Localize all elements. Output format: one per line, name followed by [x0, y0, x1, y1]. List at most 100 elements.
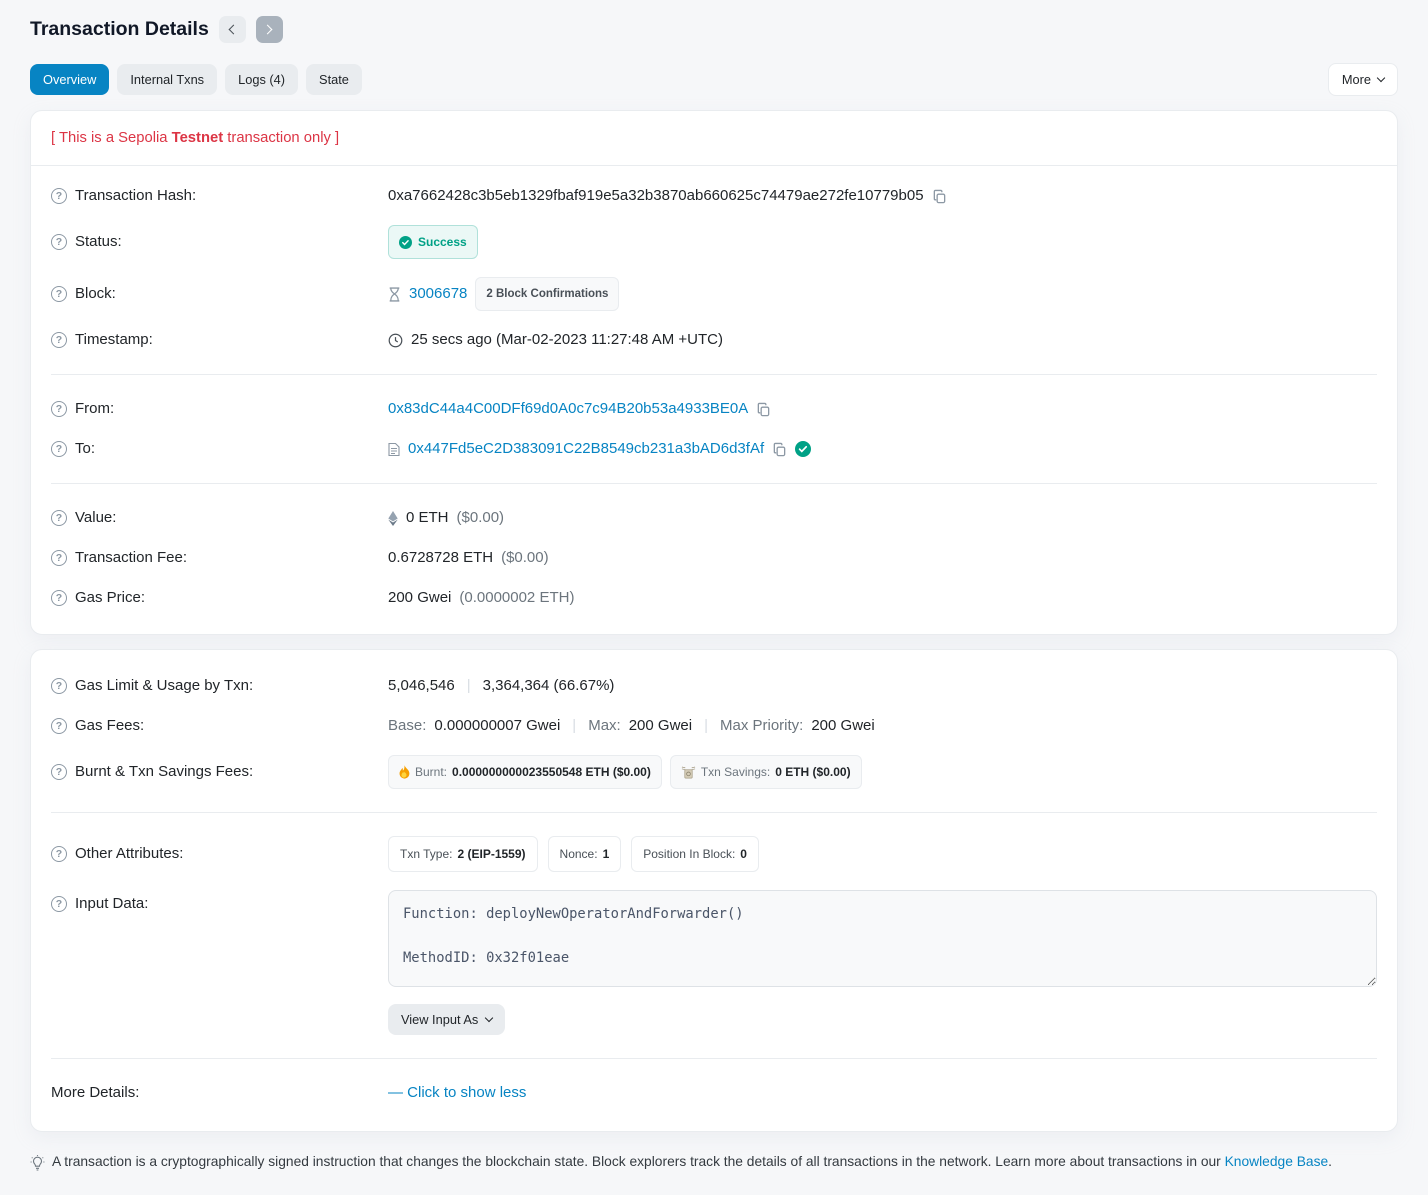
- copy-icon: [772, 442, 787, 457]
- transaction-fee-label: Transaction Fee:: [75, 547, 187, 569]
- help-icon[interactable]: ?: [51, 188, 67, 204]
- help-icon[interactable]: ?: [51, 510, 67, 526]
- chevron-right-icon: [263, 25, 273, 35]
- help-icon[interactable]: ?: [51, 332, 67, 348]
- input-data-textarea[interactable]: Function: deployNewOperatorAndForwarder(…: [388, 890, 1377, 987]
- from-address-link[interactable]: 0x83dC44a4C00DFf69d0A0c7c94B20b53a4933BE…: [388, 398, 748, 420]
- help-icon[interactable]: ?: [51, 590, 67, 606]
- separator: |: [568, 715, 580, 737]
- help-icon[interactable]: ?: [51, 441, 67, 457]
- status-row: ? Status: Success: [51, 216, 1377, 268]
- more-details-row: More Details: — Click to show less: [51, 1073, 1377, 1113]
- block-label-group: ? Block:: [51, 283, 388, 305]
- chevron-down-icon: [485, 1014, 493, 1022]
- nonce-key: Nonce:: [560, 843, 598, 865]
- other-attributes-label-group: ? Other Attributes:: [51, 843, 388, 865]
- burnt-badge-value: 0.000000000023550548 ETH ($0.00): [452, 761, 651, 783]
- page-footer: A transaction is a cryptographically sig…: [30, 1146, 1398, 1195]
- more-dropdown-button[interactable]: More: [1328, 63, 1398, 96]
- tab-logs[interactable]: Logs (4): [225, 64, 298, 95]
- help-icon[interactable]: ?: [51, 764, 67, 780]
- help-icon[interactable]: ?: [51, 896, 67, 912]
- copy-from-address-button[interactable]: [756, 402, 771, 417]
- burnt-savings-label: Burnt & Txn Savings Fees:: [75, 761, 253, 783]
- divider: [51, 374, 1377, 375]
- base-fee-value: 0.000000007 Gwei: [434, 715, 560, 737]
- gas-price-label: Gas Price:: [75, 587, 145, 609]
- view-input-as-button[interactable]: View Input As: [388, 1004, 505, 1035]
- eth-diamond-icon: [388, 511, 398, 526]
- txn-type-key: Txn Type:: [400, 843, 452, 865]
- gas-usage-value: 3,364,364 (66.67%): [483, 675, 615, 697]
- gas-limit-label: Gas Limit & Usage by Txn:: [75, 675, 253, 697]
- gas-limit-usage-row: ? Gas Limit & Usage by Txn: 5,046,546 | …: [51, 666, 1377, 706]
- position-in-block-badge: Position In Block: 0: [631, 836, 759, 872]
- txn-savings-badge-label: Txn Savings:: [701, 761, 770, 783]
- txn-type-badge: Txn Type: 2 (EIP-1559): [388, 836, 538, 872]
- to-address-link[interactable]: 0x447Fd5eC2D383091C22B8549cb231a3bAD6d3f…: [408, 438, 764, 460]
- more-details-label: More Details:: [51, 1082, 139, 1104]
- transaction-fee-label-group: ? Transaction Fee:: [51, 547, 388, 569]
- help-icon[interactable]: ?: [51, 718, 67, 734]
- knowledge-base-link[interactable]: Knowledge Base: [1225, 1154, 1329, 1169]
- max-fee-value: 200 Gwei: [629, 715, 692, 737]
- status-label: Status:: [75, 231, 122, 253]
- page-title: Transaction Details: [30, 18, 209, 41]
- burnt-savings-label-group: ? Burnt & Txn Savings Fees:: [51, 761, 388, 783]
- input-data-label-group: ? Input Data:: [51, 890, 388, 915]
- gas-price-eth: (0.0000002 ETH): [459, 587, 574, 609]
- block-row: ? Block: 3006678 2 Block Confirmations: [51, 268, 1377, 320]
- check-circle-icon: [399, 236, 412, 249]
- help-icon[interactable]: ?: [51, 401, 67, 417]
- status-label-group: ? Status:: [51, 231, 388, 253]
- block-number-link[interactable]: 3006678: [409, 283, 467, 305]
- transaction-hash-label-group: ? Transaction Hash:: [51, 185, 388, 207]
- help-icon[interactable]: ?: [51, 234, 67, 250]
- block-label: Block:: [75, 283, 116, 305]
- base-fee-label: Base:: [388, 715, 426, 737]
- value-row: ? Value: 0 ETH ($0.00): [51, 498, 1377, 538]
- block-confirmations-badge: 2 Block Confirmations: [475, 277, 619, 311]
- section-attributes-input: ? Other Attributes: Txn Type: 2 (EIP-155…: [31, 817, 1397, 1054]
- flame-icon: [399, 765, 410, 779]
- next-transaction-button[interactable]: [256, 16, 283, 43]
- burnt-savings-row: ? Burnt & Txn Savings Fees: Burnt: 0.000…: [51, 746, 1377, 798]
- value-usd: ($0.00): [457, 507, 505, 529]
- testnet-banner: [ This is a Sepolia Testnet transaction …: [31, 111, 1397, 166]
- from-label-group: ? From:: [51, 398, 388, 420]
- help-icon[interactable]: ?: [51, 286, 67, 302]
- overview-card-primary: [ This is a Sepolia Testnet transaction …: [30, 110, 1398, 635]
- copy-icon: [756, 402, 771, 417]
- help-icon[interactable]: ?: [51, 846, 67, 862]
- section-value-fees: ? Value: 0 ETH ($0.00) ? Transaction Fee…: [31, 488, 1397, 634]
- help-icon[interactable]: ?: [51, 678, 67, 694]
- tab-internal-txns[interactable]: Internal Txns: [117, 64, 217, 95]
- footer-text-suffix: .: [1328, 1154, 1332, 1169]
- gas-fees-label-group: ? Gas Fees:: [51, 715, 388, 737]
- help-icon[interactable]: ?: [51, 550, 67, 566]
- chevron-left-icon: [229, 25, 239, 35]
- status-badge: Success: [388, 225, 478, 259]
- copy-to-address-button[interactable]: [772, 442, 787, 457]
- other-attributes-row: ? Other Attributes: Txn Type: 2 (EIP-155…: [51, 827, 1377, 881]
- status-badge-label: Success: [418, 231, 467, 253]
- testnet-banner-text-2: transaction only ]: [223, 130, 339, 146]
- timestamp-label: Timestamp:: [75, 329, 153, 351]
- max-priority-fee-value: 200 Gwei: [811, 715, 874, 737]
- previous-transaction-button[interactable]: [219, 16, 246, 43]
- position-in-block-key: Position In Block:: [643, 843, 735, 865]
- tab-state[interactable]: State: [306, 64, 362, 95]
- gas-price-label-group: ? Gas Price:: [51, 587, 388, 609]
- other-attributes-label: Other Attributes:: [75, 843, 183, 865]
- transaction-fee-row: ? Transaction Fee: 0.6728728 ETH ($0.00): [51, 538, 1377, 578]
- section-gas: ? Gas Limit & Usage by Txn: 5,046,546 | …: [31, 650, 1397, 808]
- section-from-to: ? From: 0x83dC44a4C00DFf69d0A0c7c94B20b5…: [31, 379, 1397, 479]
- txn-savings-badge-value: 0 ETH ($0.00): [775, 761, 850, 783]
- gas-fees-label: Gas Fees:: [75, 715, 144, 737]
- txn-savings-badge: Txn Savings: 0 ETH ($0.00): [670, 755, 862, 789]
- money-wings-icon: [681, 766, 696, 779]
- txn-type-value: 2 (EIP-1559): [457, 843, 525, 865]
- tab-overview[interactable]: Overview: [30, 64, 109, 95]
- copy-hash-button[interactable]: [932, 189, 947, 204]
- show-less-link[interactable]: — Click to show less: [388, 1082, 526, 1104]
